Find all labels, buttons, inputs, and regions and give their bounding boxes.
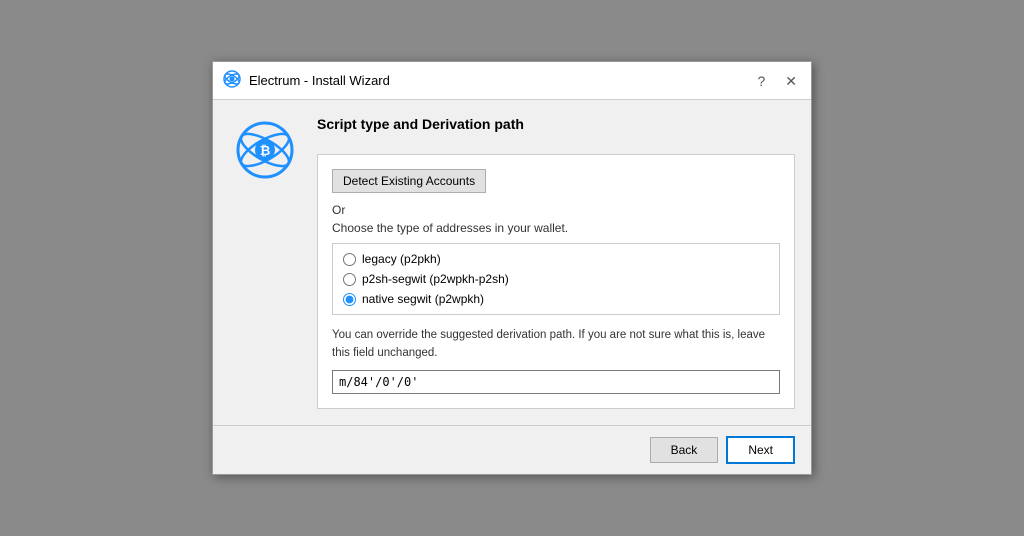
window-title: Electrum - Install Wizard — [249, 73, 390, 88]
radio-p2sh-label: p2sh-segwit (p2wpkh-p2sh) — [362, 272, 509, 286]
window-footer: Back Next — [213, 425, 811, 474]
or-text: Or — [332, 203, 780, 217]
radio-p2sh-input[interactable] — [343, 273, 356, 286]
radio-legacy[interactable]: legacy (p2pkh) — [343, 252, 769, 266]
radio-p2sh[interactable]: p2sh-segwit (p2wpkh-p2sh) — [343, 272, 769, 286]
radio-native[interactable]: native segwit (p2wpkh) — [343, 292, 769, 306]
section-title: Script type and Derivation path — [317, 116, 795, 132]
detect-accounts-button[interactable]: Detect Existing Accounts — [332, 169, 486, 193]
content-area: Script type and Derivation path Detect E… — [317, 116, 795, 409]
help-button[interactable]: ? — [753, 74, 769, 88]
logo-area: ₿ — [229, 116, 301, 409]
close-button[interactable]: ✕ — [781, 74, 801, 88]
svg-text:₿: ₿ — [260, 143, 271, 158]
app-icon — [223, 70, 241, 91]
back-button[interactable]: Back — [650, 437, 719, 463]
title-bar-left: Electrum - Install Wizard — [223, 70, 390, 91]
radio-legacy-label: legacy (p2pkh) — [362, 252, 441, 266]
window-body: ₿ Script type and Derivation path Detect… — [213, 100, 811, 425]
radio-legacy-input[interactable] — [343, 253, 356, 266]
radio-native-input[interactable] — [343, 293, 356, 306]
title-bar-controls: ? ✕ — [753, 74, 801, 88]
main-panel: Detect Existing Accounts Or Choose the t… — [317, 154, 795, 409]
radio-group: legacy (p2pkh) p2sh-segwit (p2wpkh-p2sh)… — [332, 243, 780, 315]
radio-native-label: native segwit (p2wpkh) — [362, 292, 484, 306]
wizard-window: Electrum - Install Wizard ? ✕ ₿ Scr — [212, 61, 812, 475]
override-text: You can override the suggested derivatio… — [332, 327, 780, 362]
next-button[interactable]: Next — [726, 436, 795, 464]
derivation-path-input[interactable] — [332, 370, 780, 394]
choose-label: Choose the type of addresses in your wal… — [332, 221, 780, 235]
title-bar: Electrum - Install Wizard ? ✕ — [213, 62, 811, 100]
